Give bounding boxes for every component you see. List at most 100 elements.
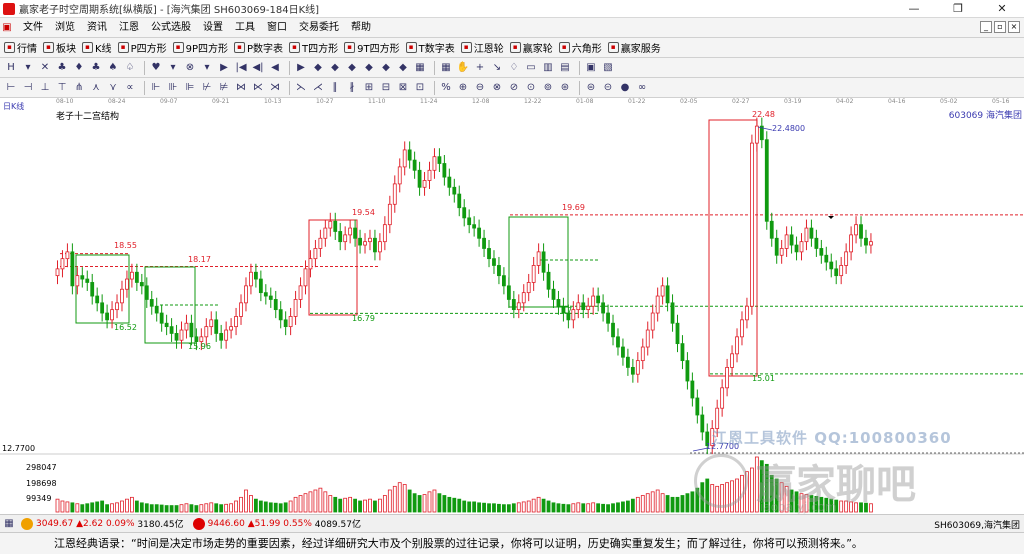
indicator-tool-icon[interactable]: ∞ [635, 81, 649, 95]
menu-help[interactable]: 帮助 [345, 18, 377, 38]
drawing-tool-icon[interactable]: ▶ [217, 61, 231, 75]
drawing-tool-icon[interactable]: ▾ [21, 61, 35, 75]
chart-menu-icon[interactable]: ▣ [0, 21, 14, 35]
indicator-tool-icon[interactable]: % [439, 81, 453, 95]
toolbar-item-blocks[interactable]: ▪ 板块 [43, 40, 76, 55]
toolbar-item-9p-square[interactable]: ▪ 9P四方形 [172, 40, 228, 55]
indicator-tool-icon[interactable]: ⊡ [413, 81, 427, 95]
drawing-tool-icon[interactable]: ▦ [439, 61, 453, 75]
drawing-tool-icon[interactable]: ♥ [149, 61, 163, 75]
drawing-tool-icon[interactable]: H [4, 61, 18, 75]
indicator-tool-icon[interactable]: ⊗ [490, 81, 504, 95]
indicator-tool-icon[interactable]: ∥ [328, 81, 342, 95]
drawing-tool-icon[interactable]: ♣ [55, 61, 69, 75]
menu-gann[interactable]: 江恩 [113, 18, 145, 38]
toolbar-item-grid[interactable]: ▪ 行情 [4, 40, 37, 55]
menu-info[interactable]: 资讯 [81, 18, 113, 38]
drawing-tool-icon[interactable]: ♦ [72, 61, 86, 75]
toolbar-item-wheel[interactable]: ▪ 江恩轮 [460, 40, 504, 55]
menu-settings[interactable]: 设置 [197, 18, 229, 38]
doc-restore-button[interactable]: ▫ [994, 21, 1006, 33]
toolbar-item-dollar[interactable]: ▪ 赢家服务 [607, 40, 661, 55]
menu-browse[interactable]: 浏览 [49, 18, 81, 38]
indicator-tool-icon[interactable]: ⊕ [456, 81, 470, 95]
drawing-tool-icon[interactable]: ▧ [601, 61, 615, 75]
indicator-tool-icon[interactable]: ⋌ [311, 81, 325, 95]
drawing-tool-icon[interactable]: ▣ [584, 61, 598, 75]
indicator-tool-icon[interactable]: ⊛ [558, 81, 572, 95]
maximize-button[interactable]: ❐ [936, 0, 980, 18]
index-sz[interactable]: 9446.60 ▲51.99 0.55% 4089.57亿 [190, 517, 361, 530]
toolbar-item-p-table[interactable]: ▪ P数字表 [234, 40, 283, 55]
drawing-tool-icon[interactable]: ◆ [396, 61, 410, 75]
indicator-tool-icon[interactable]: ⋈ [234, 81, 248, 95]
indicator-tool-icon[interactable]: ⊖ [473, 81, 487, 95]
drawing-tool-icon[interactable]: ◀ [268, 61, 282, 75]
menu-tools[interactable]: 工具 [229, 18, 261, 38]
menu-file[interactable]: 文件 [17, 18, 49, 38]
drawing-tool-icon[interactable]: ◆ [362, 61, 376, 75]
toolbar-item-t-square[interactable]: ▪ T四方形 [289, 40, 338, 55]
drawing-tool-icon[interactable]: ◀| [251, 61, 265, 75]
doc-close-button[interactable]: × [1008, 21, 1020, 33]
indicator-tool-icon[interactable]: ⊫ [183, 81, 197, 95]
indicator-tool-icon[interactable]: ∦ [345, 81, 359, 95]
drawing-tool-icon[interactable]: |◀ [234, 61, 248, 75]
indicator-tool-icon[interactable]: ⊬ [200, 81, 214, 95]
drawing-tool-icon[interactable]: ♤ [123, 61, 137, 75]
period-label[interactable]: 日K线 [3, 101, 24, 112]
close-button[interactable]: ✕ [980, 0, 1024, 18]
indicator-tool-icon[interactable]: ⊟ [379, 81, 393, 95]
grid-icon[interactable]: ▦ [3, 517, 15, 531]
indicator-tool-icon[interactable]: ⋏ [89, 81, 103, 95]
drawing-tool-icon[interactable]: ♣ [89, 61, 103, 75]
toolbar-item-t-table[interactable]: ▪ T数字表 [405, 40, 455, 55]
indicator-tool-icon[interactable]: ● [618, 81, 632, 95]
drawing-tool-icon[interactable]: ◆ [345, 61, 359, 75]
drawing-tool-icon[interactable]: ◆ [328, 61, 342, 75]
indicator-tool-icon[interactable]: ⋊ [268, 81, 282, 95]
drawing-tool-icon[interactable]: ♢ [507, 61, 521, 75]
toolbar-item-hexagon[interactable]: ▪ 六角形 [558, 40, 602, 55]
toolbar-item-wheel2[interactable]: ▪ 赢家轮 [509, 40, 553, 55]
index-sh[interactable]: 3049.67 ▲2.62 0.09% 3180.45亿 [18, 517, 184, 530]
toolbar-item-candle[interactable]: ▪ K线 [82, 40, 112, 55]
indicator-tool-icon[interactable]: ⋋ [294, 81, 308, 95]
indicator-tool-icon[interactable]: ⊙ [524, 81, 538, 95]
drawing-tool-icon[interactable]: ▾ [200, 61, 214, 75]
indicator-tool-icon[interactable]: ⋎ [106, 81, 120, 95]
indicator-tool-icon[interactable]: ⊭ [217, 81, 231, 95]
indicator-tool-icon[interactable]: ⋔ [72, 81, 86, 95]
drawing-tool-icon[interactable]: ↘ [490, 61, 504, 75]
indicator-tool-icon[interactable]: ⊠ [396, 81, 410, 95]
indicator-tool-icon[interactable]: ⊝ [601, 81, 615, 95]
indicator-tool-icon[interactable]: ⊣ [21, 81, 35, 95]
drawing-tool-icon[interactable]: + [473, 61, 487, 75]
menu-window[interactable]: 窗口 [261, 18, 293, 38]
indicator-tool-icon[interactable]: ⊤ [55, 81, 69, 95]
drawing-tool-icon[interactable]: ✕ [38, 61, 52, 75]
indicator-tool-icon[interactable]: ⊥ [38, 81, 52, 95]
menu-formula[interactable]: 公式选股 [145, 18, 197, 38]
indicator-tool-icon[interactable]: ⊚ [541, 81, 555, 95]
drawing-tool-icon[interactable]: ▾ [166, 61, 180, 75]
doc-minimize-button[interactable]: _ [980, 21, 992, 33]
minimize-button[interactable]: — [892, 0, 936, 18]
drawing-tool-icon[interactable]: ◆ [379, 61, 393, 75]
drawing-tool-icon[interactable]: ▤ [558, 61, 572, 75]
indicator-tool-icon[interactable]: ⊢ [4, 81, 18, 95]
drawing-tool-icon[interactable]: ▶ [294, 61, 308, 75]
drawing-tool-icon[interactable]: ♠ [106, 61, 120, 75]
indicator-tool-icon[interactable]: ∝ [123, 81, 137, 95]
indicator-tool-icon[interactable]: ⊪ [166, 81, 180, 95]
toolbar-item-9t-square[interactable]: ▪ 9T四方形 [344, 40, 400, 55]
drawing-tool-icon[interactable]: ◆ [311, 61, 325, 75]
drawing-tool-icon[interactable]: ▦ [413, 61, 427, 75]
indicator-tool-icon[interactable]: ⊞ [362, 81, 376, 95]
toolbar-item-p-square[interactable]: ▪ P四方形 [117, 40, 167, 55]
menu-trade[interactable]: 交易委托 [293, 18, 345, 38]
indicator-tool-icon[interactable]: ⊜ [584, 81, 598, 95]
drawing-tool-icon[interactable]: ✋ [456, 61, 470, 75]
indicator-tool-icon[interactable]: ⊩ [149, 81, 163, 95]
drawing-tool-icon[interactable]: ▭ [524, 61, 538, 75]
